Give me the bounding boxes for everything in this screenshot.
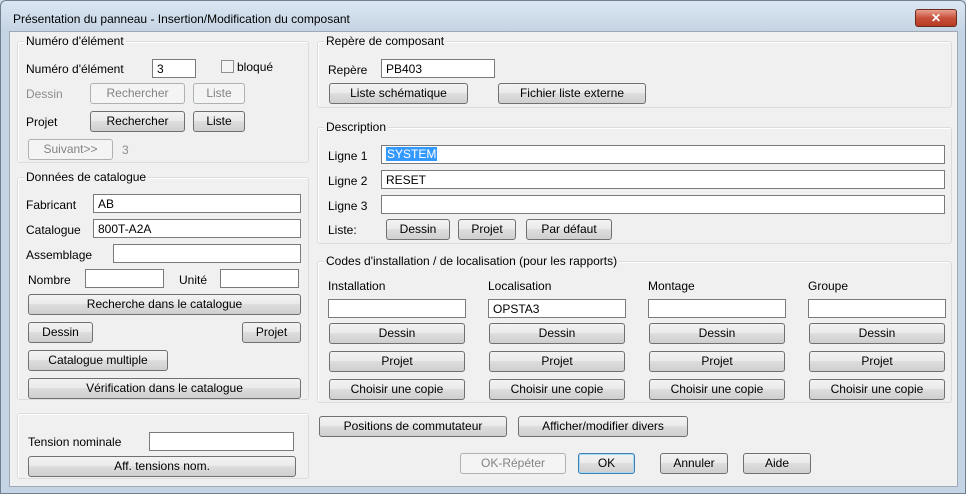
suivant-button[interactable]: Suivant>>: [28, 139, 113, 160]
installation-choisir-button[interactable]: Choisir une copie: [329, 379, 465, 400]
tension-input[interactable]: [149, 432, 294, 451]
projet-label: Projet: [26, 115, 58, 129]
ok-button[interactable]: OK: [578, 453, 635, 474]
localisation-input[interactable]: [488, 299, 626, 318]
dessin-label: Dessin: [26, 87, 63, 101]
positions-commutateur-button[interactable]: Positions de commutateur: [319, 416, 507, 437]
catalogue-multiple-button[interactable]: Catalogue multiple: [28, 350, 168, 371]
group-title-description: Description: [324, 120, 389, 134]
description-dessin-button[interactable]: Dessin: [386, 219, 450, 240]
ligne1-value: SYSTEM: [386, 147, 438, 161]
description-projet-button[interactable]: Projet: [458, 219, 516, 240]
codes-group: Codes d'installation / de localisation (…: [317, 254, 952, 403]
liste-dessin-button[interactable]: Liste: [193, 83, 245, 104]
unite-label: Unité: [179, 273, 208, 287]
par-defaut-button[interactable]: Par défaut: [526, 219, 612, 240]
groupe-projet-button[interactable]: Projet: [809, 351, 945, 372]
group-title-element: Numéro d'élément: [24, 34, 126, 48]
localisation-dessin-button[interactable]: Dessin: [489, 323, 625, 344]
ligne3-label: Ligne 3: [328, 199, 368, 213]
installation-label: Installation: [328, 279, 386, 293]
ligne2-input[interactable]: [381, 170, 945, 189]
assemblage-input[interactable]: [113, 244, 301, 263]
liste-schematique-button[interactable]: Liste schématique: [329, 83, 468, 104]
group-title-catalog: Données de catalogue: [24, 170, 149, 184]
element-number-group: Numéro d'élément Numéro d'élément bloqué…: [17, 34, 309, 163]
tension-label: Tension nominale: [28, 435, 122, 449]
catalog-data-group: Données de catalogue Fabricant Catalogue…: [17, 170, 309, 400]
window-title: Présentation du panneau - Insertion/Modi…: [13, 12, 350, 26]
numero-label: Numéro d'élément: [26, 62, 124, 76]
nombre-label: Nombre: [28, 273, 71, 287]
recherche-catalogue-button[interactable]: Recherche dans le catalogue: [28, 294, 301, 315]
dialog-body: Numéro d'élément Numéro d'élément bloqué…: [9, 31, 958, 487]
suivant-value: 3: [122, 143, 129, 157]
unite-input[interactable]: [220, 269, 299, 288]
groupe-input[interactable]: [808, 299, 946, 318]
title-bar[interactable]: Présentation du panneau - Insertion/Modi…: [1, 1, 965, 33]
installation-input[interactable]: [328, 299, 466, 318]
installation-projet-button[interactable]: Projet: [329, 351, 465, 372]
ligne2-label: Ligne 2: [328, 174, 368, 188]
liste-projet-button[interactable]: Liste: [193, 111, 245, 132]
bloque-label: bloqué: [237, 60, 274, 74]
montage-projet-button[interactable]: Projet: [649, 351, 785, 372]
ok-repeter-button[interactable]: OK-Répéter: [460, 453, 566, 474]
group-title-codes: Codes d'installation / de localisation (…: [324, 254, 620, 268]
aide-button[interactable]: Aide: [743, 453, 811, 474]
catalog-projet-button[interactable]: Projet: [242, 322, 301, 343]
assemblage-label: Assemblage: [26, 248, 93, 262]
localisation-label: Localisation: [488, 279, 552, 293]
group-title-repere: Repère de composant: [324, 34, 447, 48]
montage-choisir-button[interactable]: Choisir une copie: [649, 379, 785, 400]
afficher-modifier-button[interactable]: Afficher/modifier divers: [518, 416, 688, 437]
fabricant-label: Fabricant: [26, 198, 77, 212]
fabricant-input[interactable]: [93, 194, 301, 213]
ligne1-label: Ligne 1: [328, 149, 368, 163]
montage-input[interactable]: [648, 299, 786, 318]
aff-tensions-button[interactable]: Aff. tensions nom.: [28, 456, 296, 477]
repere-group: Repère de composant Repère Liste schémat…: [317, 34, 952, 108]
close-icon: ✕: [930, 11, 942, 25]
localisation-projet-button[interactable]: Projet: [489, 351, 625, 372]
ligne1-input[interactable]: SYSTEM: [381, 145, 945, 164]
catalog-dessin-button[interactable]: Dessin: [28, 322, 93, 343]
groupe-choisir-button[interactable]: Choisir une copie: [809, 379, 945, 400]
fichier-liste-button[interactable]: Fichier liste externe: [498, 83, 646, 104]
montage-dessin-button[interactable]: Dessin: [649, 323, 785, 344]
liste-label: Liste:: [328, 223, 357, 237]
ligne3-input[interactable]: [381, 195, 945, 214]
catalogue-label: Catalogue: [26, 223, 81, 237]
dialog-window: Présentation du panneau - Insertion/Modi…: [0, 0, 966, 494]
installation-dessin-button[interactable]: Dessin: [329, 323, 465, 344]
catalogue-input[interactable]: [93, 219, 301, 238]
verification-catalogue-button[interactable]: Vérification dans le catalogue: [28, 378, 301, 399]
groupe-dessin-button[interactable]: Dessin: [809, 323, 945, 344]
annuler-button[interactable]: Annuler: [660, 453, 728, 474]
repere-label: Repère: [328, 63, 368, 77]
repere-input[interactable]: [381, 59, 495, 78]
rechercher-dessin-button[interactable]: Rechercher: [90, 83, 185, 104]
montage-label: Montage: [648, 279, 695, 293]
numero-input[interactable]: [152, 59, 196, 78]
close-button[interactable]: ✕: [915, 9, 957, 27]
groupe-label: Groupe: [808, 279, 849, 293]
nombre-input[interactable]: [85, 269, 164, 288]
rechercher-projet-button[interactable]: Rechercher: [90, 111, 185, 132]
description-group: Description Ligne 1 SYSTEM Ligne 2 Ligne…: [317, 120, 952, 244]
tension-group: Tension nominale Aff. tensions nom.: [17, 413, 309, 479]
localisation-choisir-button[interactable]: Choisir une copie: [489, 379, 625, 400]
bloque-checkbox[interactable]: [221, 60, 234, 73]
